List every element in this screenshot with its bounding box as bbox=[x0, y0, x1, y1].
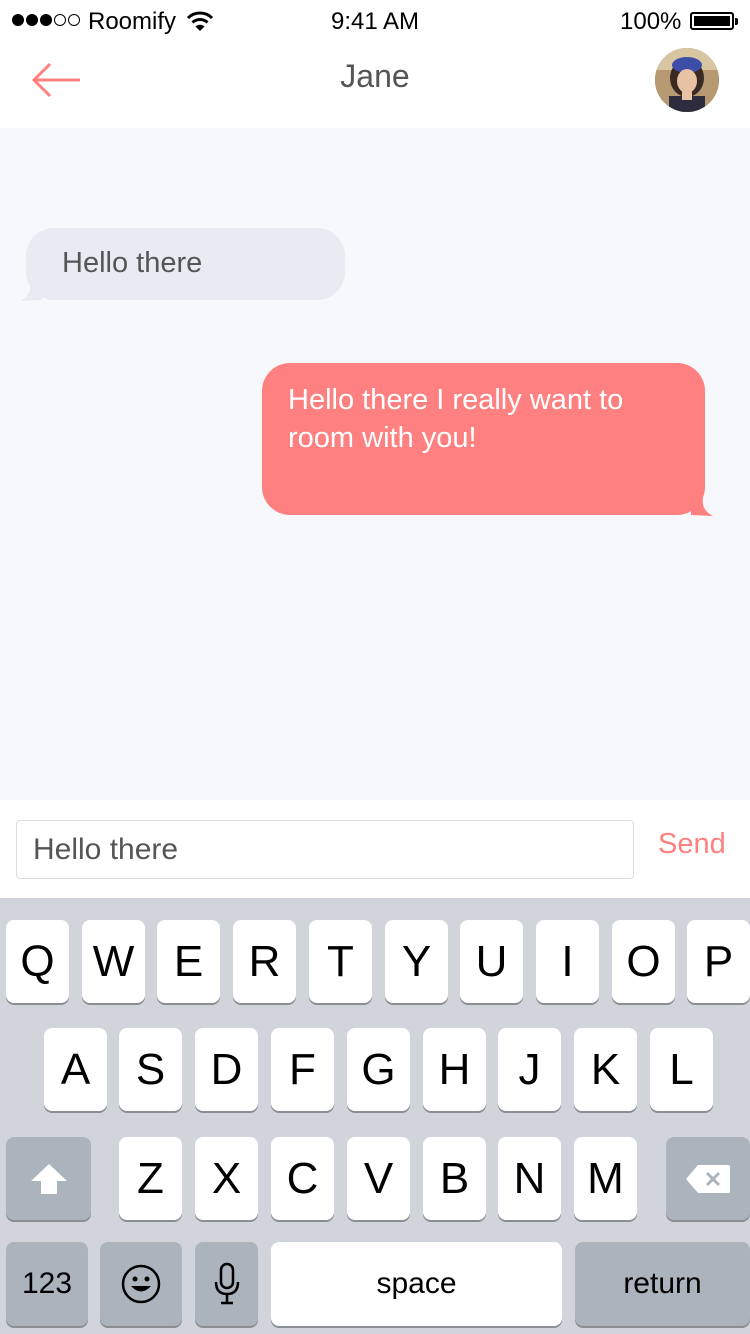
key-r[interactable]: R bbox=[233, 920, 296, 1003]
key-a[interactable]: A bbox=[44, 1028, 107, 1111]
key-i[interactable]: I bbox=[536, 920, 599, 1003]
key-s[interactable]: S bbox=[119, 1028, 182, 1111]
message-bubble-incoming: Hello there bbox=[20, 228, 345, 301]
numbers-key[interactable]: 123 bbox=[6, 1242, 88, 1326]
message-list[interactable]: Hello there Hello there I really want to… bbox=[0, 128, 750, 800]
key-p[interactable]: P bbox=[687, 920, 750, 1003]
shift-arrow-icon bbox=[30, 1163, 67, 1194]
key-h[interactable]: H bbox=[423, 1028, 486, 1111]
microphone-icon bbox=[214, 1262, 239, 1305]
key-j[interactable]: J bbox=[498, 1028, 561, 1111]
send-button[interactable]: Send bbox=[658, 828, 726, 861]
key-z[interactable]: Z bbox=[119, 1137, 182, 1220]
key-x[interactable]: X bbox=[195, 1137, 258, 1220]
nav-bar: Jane bbox=[0, 40, 750, 128]
key-v[interactable]: V bbox=[347, 1137, 410, 1220]
battery-percent: 100% bbox=[620, 8, 682, 35]
message-text: Hello there I really want to room with y… bbox=[288, 384, 624, 454]
message-bubble-outgoing: Hello there I really want to room with y… bbox=[262, 363, 713, 516]
key-d[interactable]: D bbox=[195, 1028, 258, 1111]
key-t[interactable]: T bbox=[309, 920, 372, 1003]
status-bar: Roomify 9:41 AM 100% bbox=[0, 0, 750, 40]
key-f[interactable]: F bbox=[271, 1028, 334, 1111]
return-key[interactable]: return bbox=[575, 1242, 750, 1326]
shift-key[interactable] bbox=[6, 1137, 91, 1220]
battery-icon bbox=[690, 12, 738, 30]
key-k[interactable]: K bbox=[574, 1028, 637, 1111]
backspace-icon bbox=[686, 1164, 730, 1193]
contact-name: Jane bbox=[340, 58, 410, 94]
delete-key[interactable] bbox=[666, 1137, 750, 1220]
dictation-key[interactable] bbox=[195, 1242, 258, 1326]
space-key[interactable]: space bbox=[271, 1242, 562, 1326]
key-g[interactable]: G bbox=[347, 1028, 410, 1111]
emoji-smiley-icon bbox=[121, 1264, 161, 1304]
message-input[interactable] bbox=[16, 820, 634, 879]
key-q[interactable]: Q bbox=[6, 920, 69, 1003]
key-n[interactable]: N bbox=[498, 1137, 561, 1220]
avatar-image bbox=[655, 48, 719, 112]
avatar[interactable] bbox=[655, 48, 719, 112]
key-b[interactable]: B bbox=[423, 1137, 486, 1220]
key-y[interactable]: Y bbox=[385, 920, 448, 1003]
key-w[interactable]: W bbox=[82, 920, 145, 1003]
bubble-tail bbox=[691, 498, 713, 516]
emoji-key[interactable] bbox=[100, 1242, 182, 1326]
key-l[interactable]: L bbox=[650, 1028, 713, 1111]
keyboard: Q W E R T Y U I O P A S D F G H J K L Z … bbox=[0, 898, 750, 1334]
key-c[interactable]: C bbox=[271, 1137, 334, 1220]
key-o[interactable]: O bbox=[612, 920, 675, 1003]
message-text: Hello there bbox=[62, 247, 203, 279]
key-u[interactable]: U bbox=[460, 920, 523, 1003]
key-e[interactable]: E bbox=[157, 920, 220, 1003]
composer-bar: Send bbox=[0, 800, 750, 898]
bubble-tail bbox=[20, 283, 42, 301]
key-m[interactable]: M bbox=[574, 1137, 637, 1220]
